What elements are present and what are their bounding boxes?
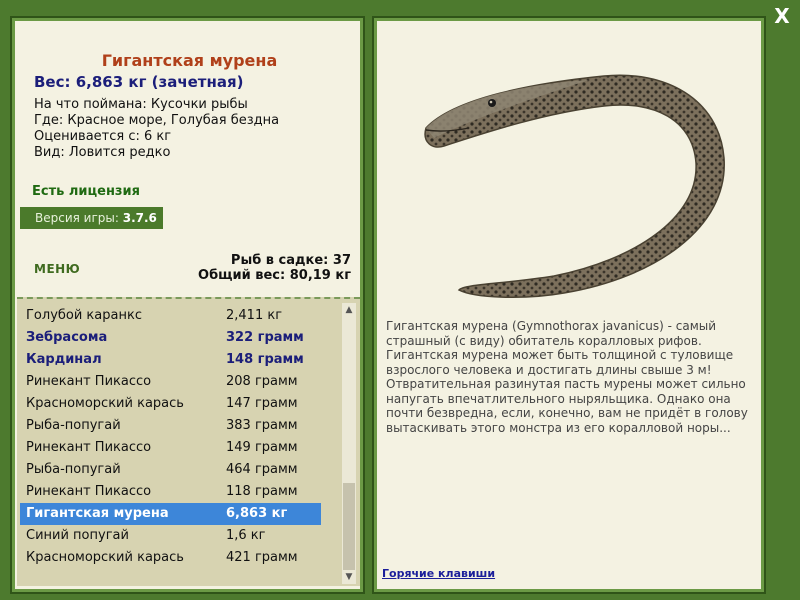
menu-button[interactable]: МЕНЮ xyxy=(34,262,80,276)
list-item[interactable]: Ринекант Пикассо 118 грамм xyxy=(20,481,321,503)
list-item-weight: 147 грамм xyxy=(226,396,298,411)
list-item-weight: 421 грамм xyxy=(226,550,298,565)
fish-kind: Вид: Ловится редко xyxy=(34,145,171,160)
list-item-name: Голубой каранкс xyxy=(26,308,142,323)
list-item-weight: 383 грамм xyxy=(226,418,298,433)
list-item-name: Гигантская мурена xyxy=(26,506,169,521)
cage-count: Рыб в садке: 37 xyxy=(230,253,351,268)
list-item-name: Ринекант Пикассо xyxy=(26,484,152,499)
version-label: Версия игры: xyxy=(35,211,119,225)
list-item-weight: 2,411 кг xyxy=(226,308,283,323)
fish-weight: Вес: 6,863 кг (зачетная) xyxy=(34,73,244,91)
version-bar: Версия игры: 3.7.6 xyxy=(20,207,163,229)
arrow-up-icon[interactable]: ▲ xyxy=(342,303,356,317)
cage-total-weight: Общий вес: 80,19 кг xyxy=(198,268,351,283)
fish-info-panel: Гигантская мурена Вес: 6,863 кг (зачетна… xyxy=(10,16,365,594)
version-value: 3.7.6 xyxy=(122,211,157,225)
fish-location: Где: Красное море, Голубая бездна xyxy=(34,113,280,128)
moray-eel-image xyxy=(424,74,725,298)
list-item-name: Красноморский карась xyxy=(26,396,184,411)
list-item[interactable]: Голубой каранкс 2,411 кг xyxy=(20,305,321,327)
list-item-name: Ринекант Пикассо xyxy=(26,440,152,455)
list-item-weight: 6,863 кг xyxy=(226,506,288,521)
list-item-weight: 464 грамм xyxy=(226,462,298,477)
list-item-name: Синий попугай xyxy=(26,528,129,543)
list-item[interactable]: Гигантская мурена 6,863 кг xyxy=(20,503,321,525)
fish-title: Гигантская мурена xyxy=(101,51,278,70)
list-item-weight: 148 грамм xyxy=(226,352,304,367)
list-item-name: Красноморский карась xyxy=(26,550,184,565)
list-item[interactable]: Зебрасома 322 грамм xyxy=(20,327,321,349)
hotkeys-link[interactable]: Горячие клавиши xyxy=(382,567,495,580)
list-item-name: Зебрасома xyxy=(26,330,108,345)
list-item[interactable]: Рыба-попугай 383 грамм xyxy=(20,415,321,437)
list-item[interactable]: Красноморский карась 421 грамм xyxy=(20,547,321,569)
list-item-weight: 1,6 кг xyxy=(226,528,266,543)
list-item[interactable]: Синий попугай 1,6 кг xyxy=(20,525,321,547)
fish-bait: На что поймана: Кусочки рыбы xyxy=(34,97,248,112)
list-item-name: Рыба-попугай xyxy=(26,418,121,433)
scroll-thumb[interactable] xyxy=(343,483,355,570)
catch-list[interactable]: Голубой каранкс 2,411 кг Зебрасома 322 грам… xyxy=(17,297,360,586)
list-item-weight: 208 грамм xyxy=(226,374,298,389)
list-item-weight: 118 грамм xyxy=(226,484,298,499)
list-item-weight: 149 грамм xyxy=(226,440,298,455)
list-item[interactable]: Ринекант Пикассо 208 грамм xyxy=(20,371,321,393)
list-item-weight: 322 грамм xyxy=(226,330,304,345)
scrollbar[interactable]: ▲ ▼ xyxy=(342,303,356,584)
list-item[interactable]: Ринекант Пикассо 149 грамм xyxy=(20,437,321,459)
fish-detail-panel: Гигантская мурена (Gymnothorax javanicus… xyxy=(372,16,766,594)
list-item[interactable]: Красноморский карась 147 грамм xyxy=(20,393,321,415)
fish-description: Гигантская мурена (Gymnothorax javanicus… xyxy=(386,319,748,435)
list-item-name: Ринекант Пикассо xyxy=(26,374,152,389)
fish-estimate: Оценивается с: 6 кг xyxy=(34,129,172,144)
list-item[interactable]: Рыба-попугай 464 грамм xyxy=(20,459,321,481)
close-icon[interactable]: X xyxy=(770,4,794,28)
arrow-down-icon[interactable]: ▼ xyxy=(342,570,356,584)
list-item[interactable]: Кардинал 148 грамм xyxy=(20,349,321,371)
license-status: Есть лицензия xyxy=(32,184,140,199)
list-item-name: Рыба-попугай xyxy=(26,462,121,477)
list-item-name: Кардинал xyxy=(26,352,102,367)
